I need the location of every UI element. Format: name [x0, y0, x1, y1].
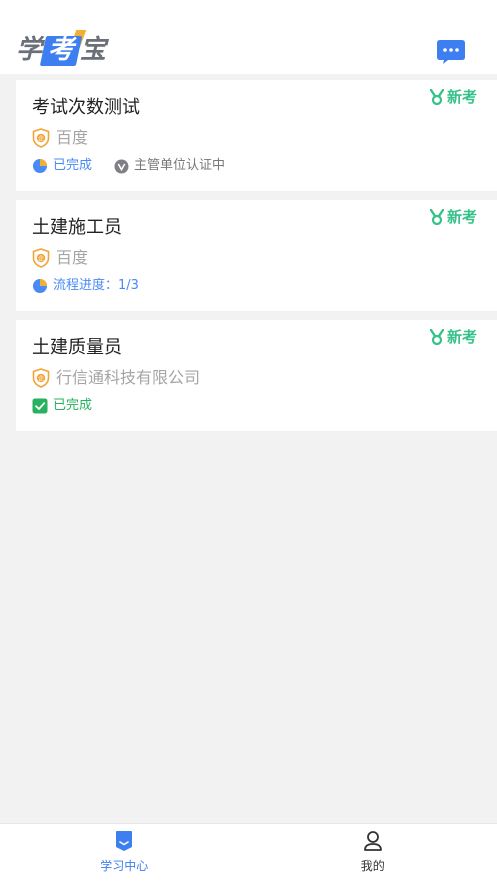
- logo-char-2: 考: [45, 30, 77, 70]
- company-name: 百度: [56, 248, 89, 267]
- status-text: 已完成: [53, 158, 93, 173]
- new-exam-label: 新考: [446, 328, 477, 346]
- company-name: 行信通科技有限公司: [56, 368, 201, 387]
- chat-bubble-icon: [437, 40, 465, 64]
- status-progress: 流程进度：1/3: [32, 277, 139, 295]
- tab-study-center[interactable]: 学习中心: [0, 824, 249, 883]
- company-row: 企 百度: [32, 247, 88, 269]
- new-exam-tag: 新考: [429, 207, 477, 227]
- tab-label: 我的: [360, 859, 385, 873]
- exam-card[interactable]: 土建施工员 新考 企 百度 流程进度：1/3: [16, 200, 497, 311]
- pie-progress-icon: [33, 279, 47, 293]
- status-row: 已完成: [32, 397, 114, 415]
- status-completed: 已完成: [32, 157, 92, 175]
- svg-text:企: 企: [38, 135, 44, 143]
- bottom-tab-bar: 学习中心 我的: [0, 823, 497, 883]
- exam-title: 土建质量员: [32, 337, 122, 358]
- status-row: 已完成 主管单位认证中: [32, 157, 247, 175]
- new-exam-label: 新考: [446, 208, 477, 226]
- medal-icon: [429, 209, 444, 225]
- medal-icon: [429, 89, 444, 105]
- enterprise-shield-icon: 企: [32, 368, 50, 388]
- tab-mine[interactable]: 我的: [249, 824, 497, 883]
- new-exam-tag: 新考: [429, 327, 477, 347]
- new-exam-tag: 新考: [429, 87, 477, 107]
- messages-button[interactable]: [436, 39, 466, 65]
- study-center-icon: [116, 831, 133, 851]
- pie-progress-icon: [33, 159, 47, 173]
- exam-list: 考试次数测试 新考 企 百度 已完成 主管单位认证中 土建施工员 新考 企 百度…: [16, 80, 497, 440]
- app-logo: 学 考 宝: [16, 30, 106, 70]
- company-row: 企 百度: [32, 127, 88, 149]
- status-text: 主管单位认证中: [134, 158, 226, 173]
- status-row: 流程进度：1/3: [32, 277, 161, 295]
- new-exam-label: 新考: [446, 88, 477, 106]
- status-certification: 主管单位认证中: [114, 157, 225, 175]
- tab-label: 学习中心: [100, 859, 149, 873]
- exam-title: 土建施工员: [32, 217, 122, 238]
- enterprise-shield-icon: 企: [32, 128, 50, 148]
- checkbox-checked-icon: [32, 398, 48, 414]
- top-header: 学 考 宝: [0, 0, 497, 74]
- exam-title: 考试次数测试: [32, 97, 140, 118]
- status-completed: 已完成: [32, 397, 92, 415]
- user-icon: [363, 831, 382, 851]
- logo-char-1: 学: [16, 35, 43, 65]
- medal-icon: [429, 329, 444, 345]
- exam-card[interactable]: 土建质量员 新考 企 行信通科技有限公司 已完成: [16, 320, 497, 431]
- company-row: 企 行信通科技有限公司: [32, 367, 200, 389]
- exam-card[interactable]: 考试次数测试 新考 企 百度 已完成 主管单位认证中: [16, 80, 497, 191]
- status-text: 流程进度：1/3: [53, 278, 139, 293]
- svg-text:企: 企: [38, 375, 44, 383]
- verified-badge-icon: [114, 159, 129, 173]
- company-name: 百度: [56, 128, 89, 147]
- enterprise-shield-icon: 企: [32, 248, 50, 268]
- status-text: 已完成: [53, 398, 93, 413]
- svg-text:企: 企: [38, 255, 44, 263]
